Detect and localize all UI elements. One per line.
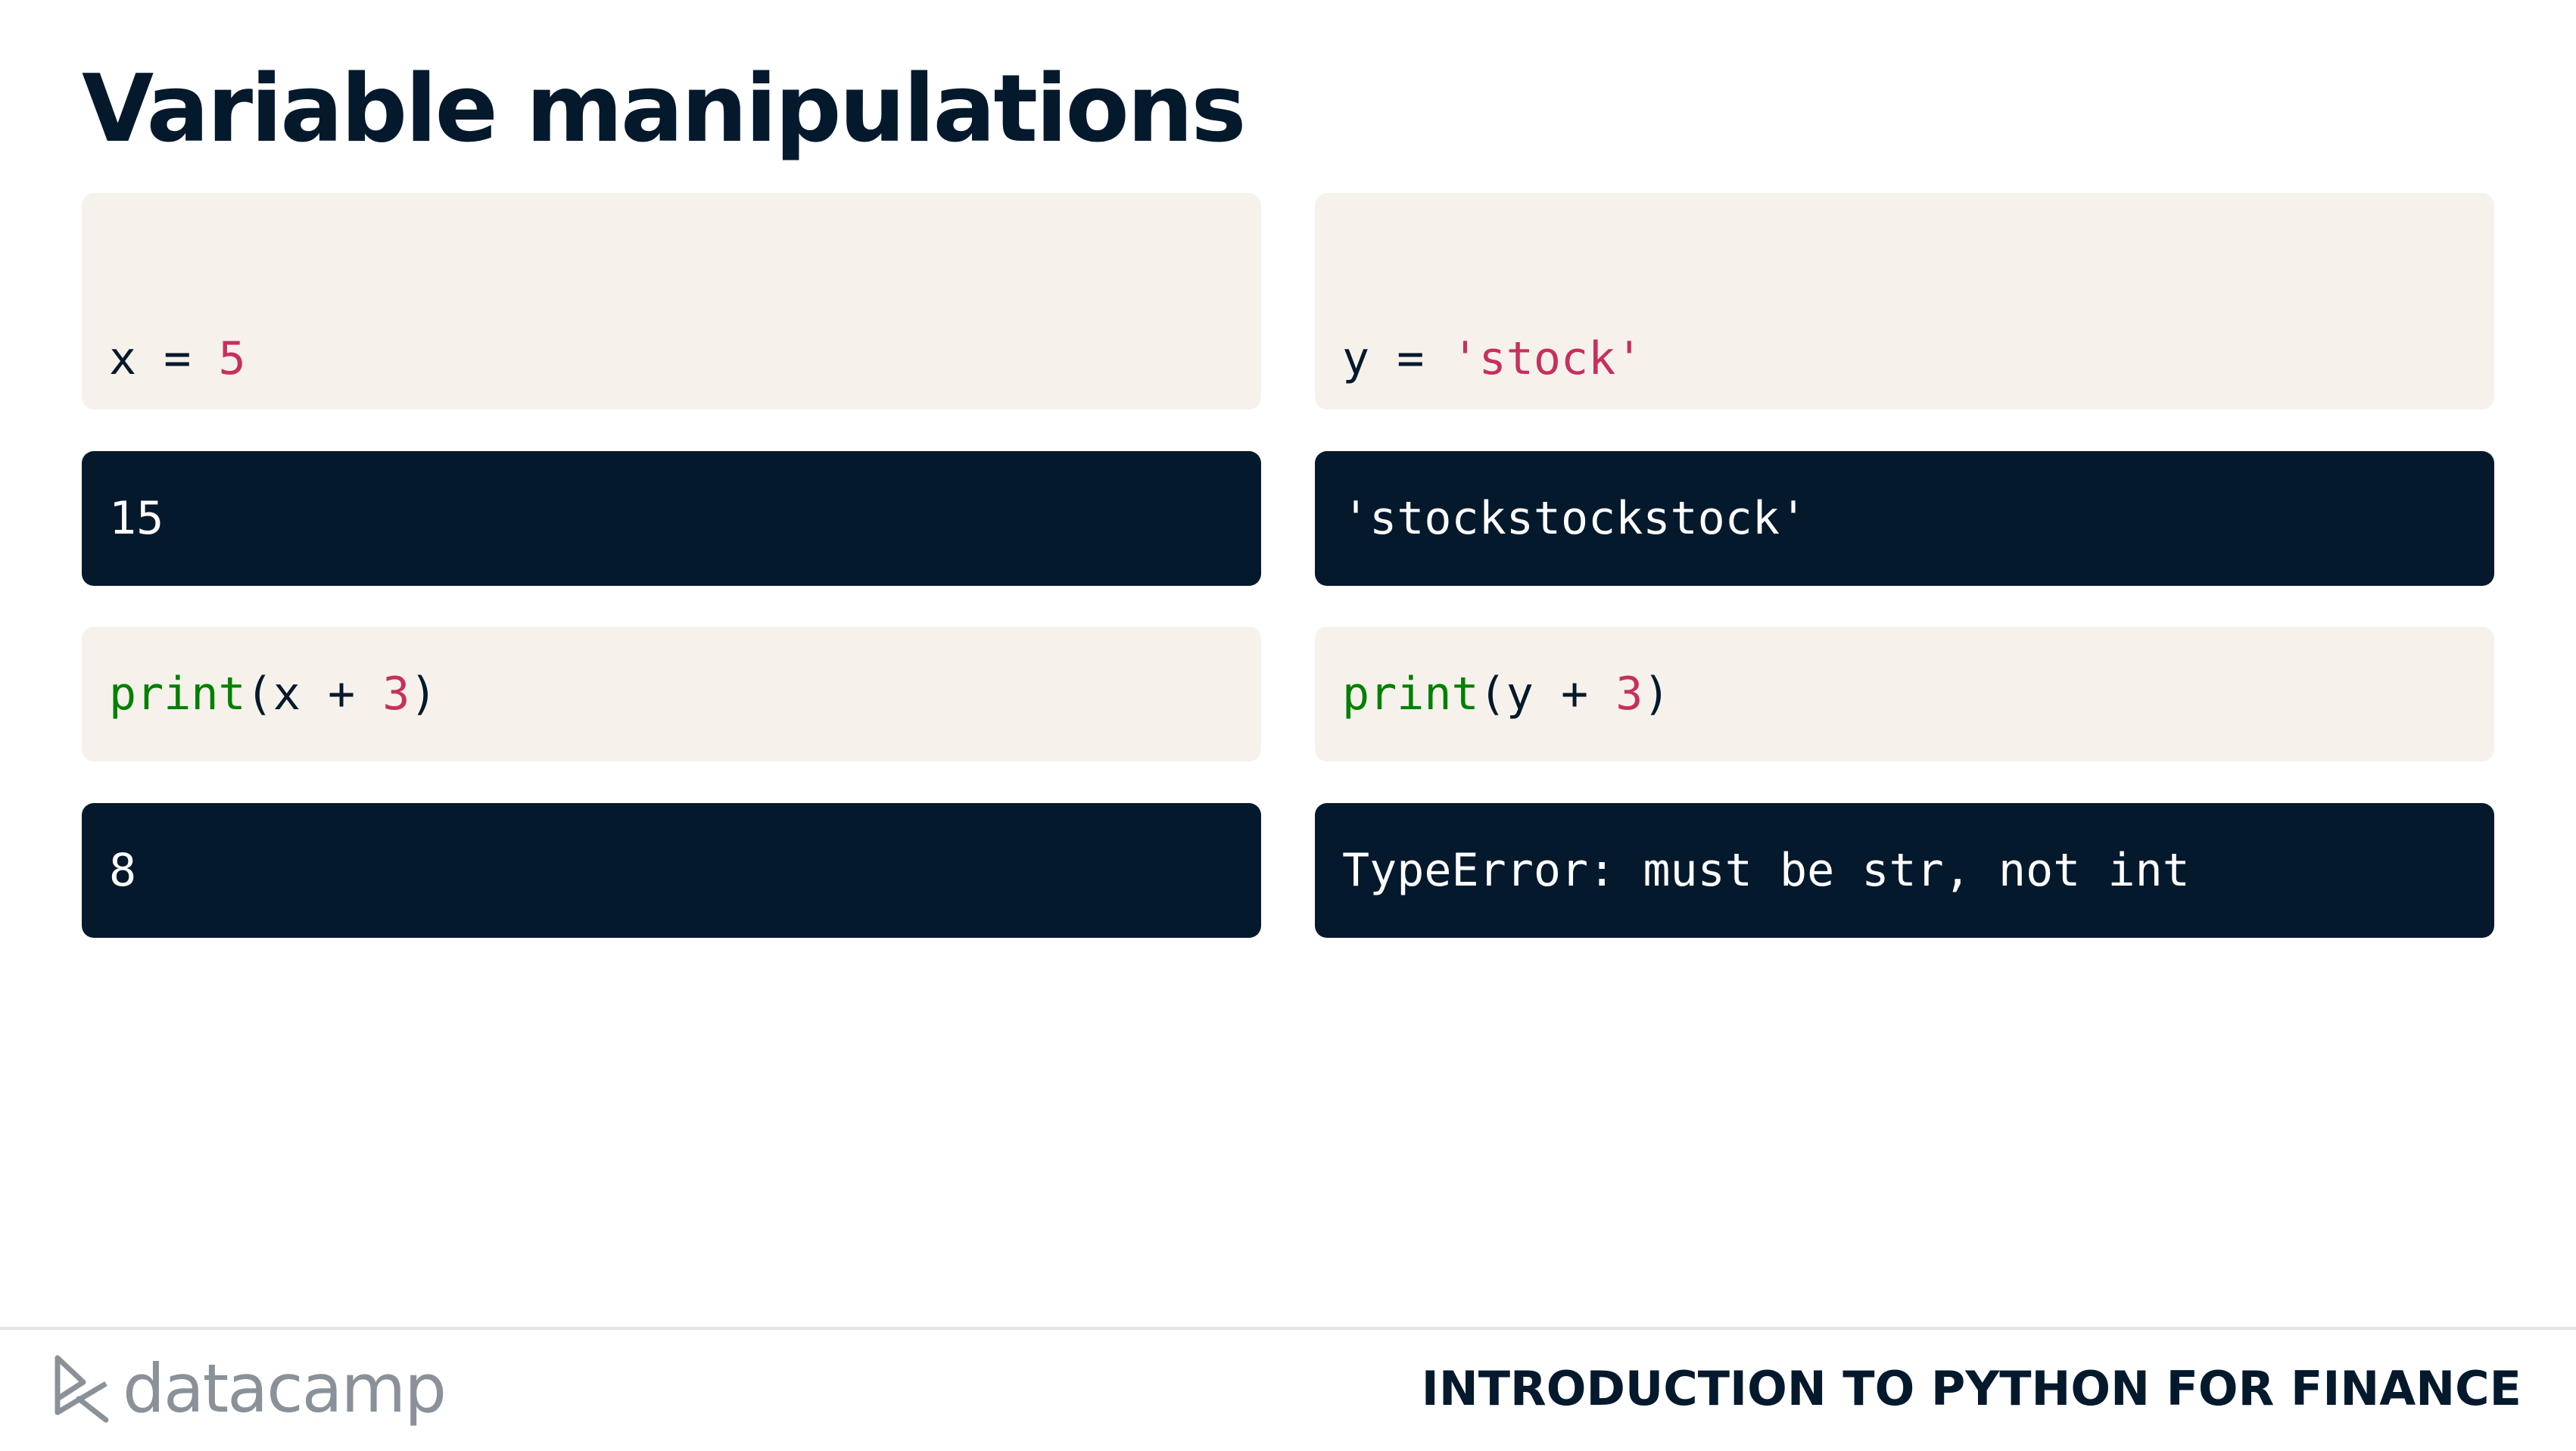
datacamp-logo-icon: [55, 1355, 109, 1423]
code-line: print(y + 3): [1342, 668, 1671, 721]
code-block-x-add: print(x + 3): [82, 627, 1261, 761]
code-token-number: 3: [1615, 668, 1643, 721]
code-token-variable: y: [1342, 332, 1370, 385]
code-token-number: 5: [218, 332, 246, 385]
code-token-paren: ): [1643, 668, 1671, 721]
datacamp-logo: datacamp: [53, 1347, 447, 1431]
code-line: print(x + 3): [109, 668, 438, 721]
code-token-paren: ): [410, 668, 438, 721]
code-token-argument: x +: [273, 668, 383, 721]
output-block-x-multiply: 15: [82, 451, 1261, 586]
code-token-function: print: [109, 668, 246, 721]
output-text: 8: [109, 844, 137, 897]
code-block-y-multiply: y = 'stock' print(y * 3): [1315, 193, 2494, 571]
output-text: 15: [109, 492, 164, 545]
code-block-y-add: print(y + 3): [1315, 627, 2494, 761]
output-text: 'stockstockstock': [1342, 492, 1808, 545]
code-token-number: 3: [382, 668, 410, 721]
course-title: INTRODUCTION TO PYTHON FOR FINANCE: [1421, 1361, 2521, 1416]
code-token-argument: y +: [1506, 668, 1616, 721]
code-line: x = 5: [109, 319, 1261, 399]
output-block-x-add: 8: [82, 803, 1261, 938]
footer-divider: [0, 1327, 2576, 1330]
code-token-paren: (: [245, 668, 273, 721]
code-token-paren: (: [1478, 668, 1506, 721]
slide-title: Variable manipulations: [82, 55, 1247, 163]
code-block-x-multiply: x = 5 print(x * 3): [82, 193, 1261, 571]
code-token-operator: =: [136, 332, 219, 385]
code-token-variable: x: [109, 332, 137, 385]
output-block-y-add-error: TypeError: must be str, not int: [1315, 803, 2494, 938]
code-token-operator: =: [1369, 332, 1452, 385]
output-text: TypeError: must be str, not int: [1342, 844, 2190, 897]
output-block-y-multiply: 'stockstockstock': [1315, 451, 2494, 586]
logo-wordmark: datacamp: [123, 1350, 447, 1428]
code-token-function: print: [1342, 668, 1479, 721]
code-line: y = 'stock': [1342, 319, 2494, 399]
code-token-string: 'stock': [1451, 332, 1643, 385]
